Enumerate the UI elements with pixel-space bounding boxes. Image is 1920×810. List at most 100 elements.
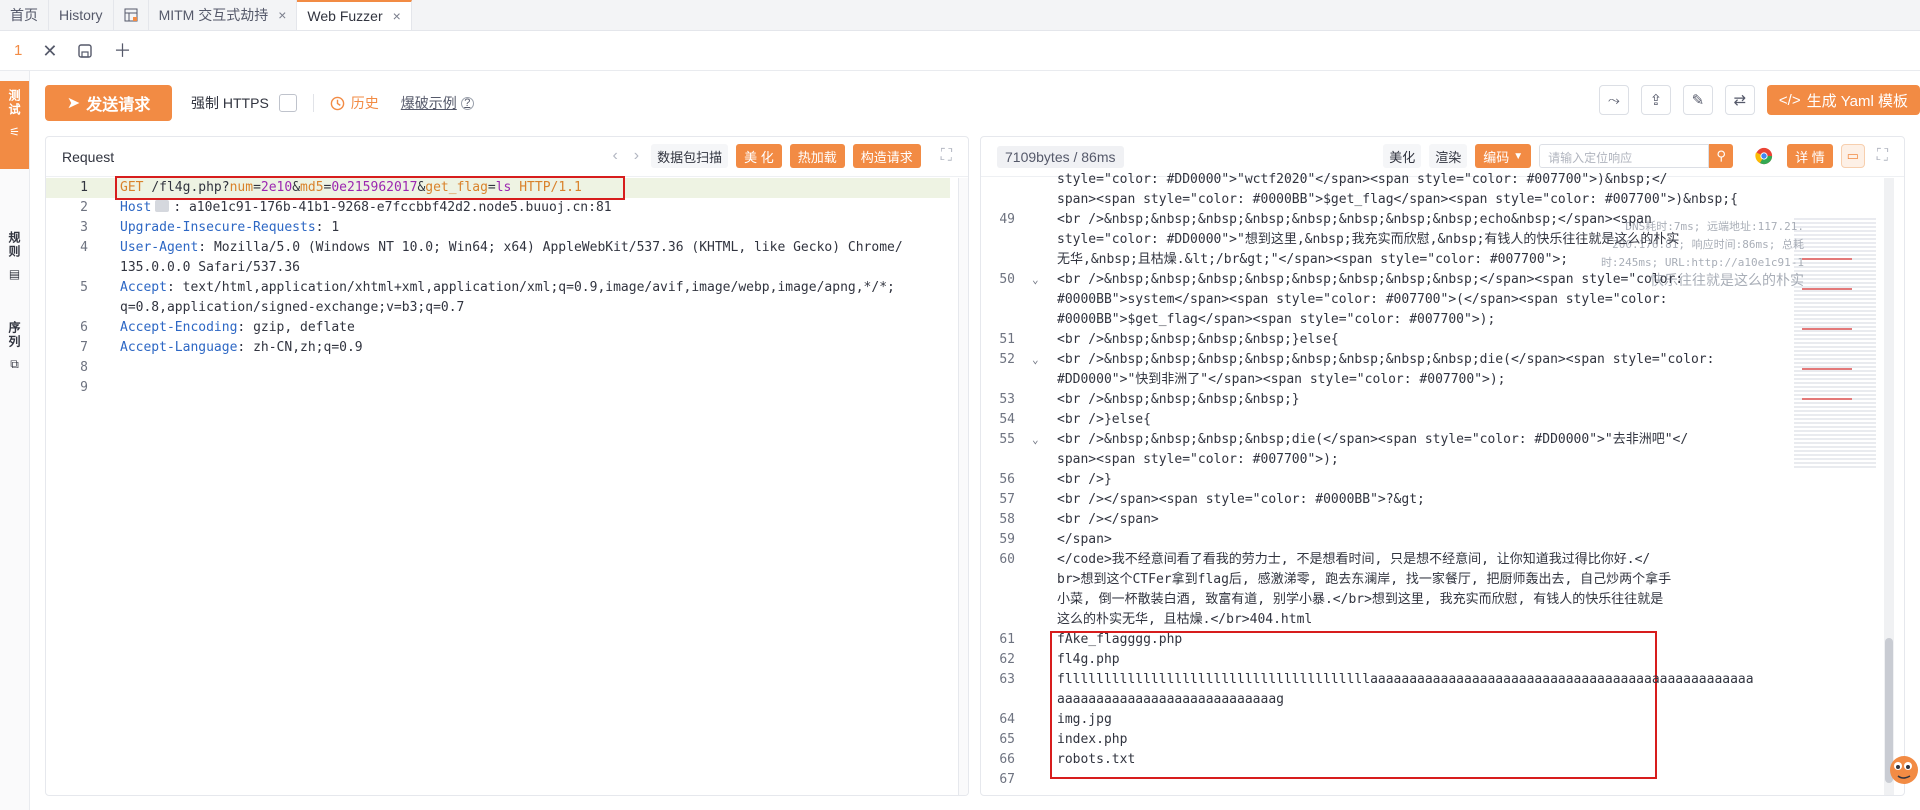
tab-mitm[interactable]: MITM 交互式劫持 × <box>149 0 298 30</box>
tab-home[interactable]: 首页 <box>0 0 49 30</box>
fold-chevron-icon[interactable]: ⌄ <box>1032 270 1039 290</box>
response-code-line: index.php <box>1057 732 1128 747</box>
fullscreen-icon[interactable]: ⛶ <box>937 147 956 165</box>
rail-label: 规则 <box>7 231 21 259</box>
close-icon[interactable]: × <box>278 7 286 23</box>
force-https-checkbox[interactable] <box>278 94 297 112</box>
share-icon[interactable]: ⤳ <box>1598 85 1629 115</box>
chrome-icon[interactable] <box>1755 147 1773 165</box>
line-number: 49 <box>999 212 1015 227</box>
chevron-left-icon[interactable]: ‹ <box>608 147 621 165</box>
action-row: ➤ 发送请求 强制 HTTPS 历史 爆破示例 ? ⤳ ⇪ ✎ ⇄ </> 生成… <box>30 71 1920 135</box>
tab-bar: 首页 History MITM 交互式劫持 × Web Fuzzer × <box>0 0 1920 31</box>
send-request-button[interactable]: ➤ 发送请求 <box>45 85 172 121</box>
close-icon[interactable]: × <box>393 8 401 24</box>
header-line: Accept-Encoding: gzip, deflate <box>120 320 355 335</box>
request-editor[interactable]: 1 2 3 4 5 6 7 8 9 GET /fl4g.php?num=2e10… <box>46 176 968 795</box>
tab-web-fuzzer[interactable]: Web Fuzzer × <box>297 0 412 30</box>
sub-toolbar: 1 ✕ ＋ <box>0 31 1920 71</box>
burst-example-label: 爆破示例 <box>400 95 457 111</box>
response-scrollbar[interactable] <box>1884 178 1894 795</box>
export-icon[interactable]: ⇪ <box>1640 85 1671 115</box>
response-code-line: 小菜, 倒一杯散装白酒, 致富有道, 别学小暴.</br>想到这里, 我充实而欣… <box>1057 592 1664 607</box>
line-gutter: 1 2 3 4 5 6 7 8 9 <box>46 178 88 398</box>
response-code-line: flllllllllllllllllllllllllllllllllllllll… <box>1057 672 1754 687</box>
line-number: 64 <box>999 712 1015 727</box>
detail-button[interactable]: 详 情 <box>1787 144 1833 168</box>
render-button[interactable]: 渲染 <box>1429 144 1468 168</box>
history-button[interactable]: 历史 <box>330 93 379 113</box>
header-line: Accept: text/html,application/xhtml+xml,… <box>120 280 895 295</box>
minimap-mark <box>1802 288 1852 290</box>
response-code-line: <br />&nbsp;&nbsp;&nbsp;&nbsp;} <box>1057 392 1300 407</box>
rail-test[interactable]: 测试 ⚟ <box>0 81 29 169</box>
line-number: 67 <box>999 772 1015 787</box>
header-key: User-Agent <box>120 240 199 255</box>
line-number: 9 <box>80 380 88 395</box>
add-icon[interactable]: ＋ <box>113 42 131 60</box>
beautify-button[interactable]: 美化 <box>1383 144 1422 168</box>
layers-icon: ⧉ <box>10 357 19 371</box>
header-value: a10e1c91-176b-41b1-9268-e7fccbbf42d2.nod… <box>188 200 612 215</box>
line-number: 2 <box>80 200 88 215</box>
minimap-mark <box>1802 398 1852 400</box>
search-icon[interactable]: ⚲ <box>1709 144 1734 168</box>
left-rail: 测试 ⚟ 规则 ▤ 序列 ⧉ <box>0 71 30 810</box>
request-scrollbar[interactable] <box>958 178 968 795</box>
edit-icon[interactable]: ✎ <box>1682 85 1713 115</box>
response-code-line: span><span style="color: #0000BB">$get_f… <box>1057 192 1738 207</box>
generate-yaml-button[interactable]: </> 生成 Yaml 模板 <box>1766 85 1920 115</box>
header-value: zh-CN,zh;q=0.9 <box>253 340 363 355</box>
header-line: Host: a10e1c91-176b-41b1-9268-e7fccbbf42… <box>120 200 612 215</box>
locate-search-input[interactable]: 请输入定位响应 <box>1539 144 1710 168</box>
rail-rules[interactable]: 规则 ▤ <box>0 231 29 301</box>
swap-icon[interactable]: ⇄ <box>1724 85 1755 115</box>
tab-table-icon[interactable] <box>114 0 149 30</box>
line-number: 59 <box>999 532 1015 547</box>
hotload-button[interactable]: 热加载 <box>789 144 845 168</box>
rail-sequence[interactable]: 序列 ⧉ <box>0 321 29 391</box>
close-icon[interactable]: ✕ <box>42 42 57 60</box>
packet-scan-button[interactable]: 数据包扫描 <box>651 144 729 168</box>
comment-icon[interactable]: ▭ <box>1840 144 1865 168</box>
line-number: 4 <box>80 240 88 255</box>
beautify-button[interactable]: 美 化 <box>736 144 782 168</box>
response-code-line: span><span style="color: #007700">); <box>1057 452 1339 467</box>
fold-chevron-icon[interactable]: ⌄ <box>1032 430 1039 450</box>
code-minimap[interactable] <box>1794 218 1876 468</box>
header-line: User-Agent: Mozilla/5.0 (Windows NT 10.0… <box>120 240 903 255</box>
line-number: 53 <box>999 392 1015 407</box>
fullscreen-icon[interactable]: ⛶ <box>1873 147 1892 165</box>
fuzzer-index[interactable]: 1 <box>14 42 22 59</box>
force-https-label: 强制 HTTPS <box>191 95 269 111</box>
header-value: text/html,application/xhtml+xml,applicat… <box>182 280 895 295</box>
response-code-line: style="color: #DD0000">"想到这里,&nbsp;我充实而欣… <box>1057 232 1680 247</box>
line-number <box>46 298 88 318</box>
tab-label: MITM 交互式劫持 <box>158 7 269 23</box>
encoding-dropdown[interactable]: 编码 ▼ <box>1475 144 1532 168</box>
save-icon[interactable] <box>77 43 93 59</box>
construct-request-button[interactable]: 构造请求 <box>852 144 921 168</box>
fold-chevron-icon[interactable]: ⌄ <box>1032 350 1039 370</box>
send-icon: ➤ <box>66 95 81 112</box>
mascot-icon[interactable] <box>1880 740 1920 790</box>
divider <box>312 94 314 112</box>
response-code-line: <br />} <box>1057 472 1112 487</box>
tab-history[interactable]: History <box>49 0 114 30</box>
header-continuation: 135.0.0.0 Safari/537.36 <box>120 260 301 275</box>
response-editor[interactable]: DNS耗时:7ms; 远端地址:117.21. 200.176:81; 响应时间… <box>981 172 1904 795</box>
header-line: Upgrade-Insecure-Requests: 1 <box>120 220 340 235</box>
header-key: Accept-Language <box>120 340 238 355</box>
response-code-line: #0000BB">$get_flag</span><span style="co… <box>1057 312 1496 327</box>
header-key: Host <box>120 200 152 215</box>
response-code-line: <br />&nbsp;&nbsp;&nbsp;&nbsp;&nbsp;&nbs… <box>1057 212 1660 227</box>
response-code-line: br>想到这个CTFer拿到flag后, 感激涕零, 跑去东澜岸, 找一家餐厅,… <box>1057 572 1672 587</box>
chevron-right-icon[interactable]: › <box>630 147 643 165</box>
response-size-badge: 7109bytes / 86ms <box>997 145 1124 168</box>
line-number: 1 <box>80 180 88 195</box>
line-number: 5 <box>80 280 88 295</box>
response-code-line: img.jpg <box>1057 712 1112 727</box>
request-panel-header: Request ‹ › 数据包扫描 美 化 热加载 构造请求 ⛶ <box>46 137 968 177</box>
burst-example-link[interactable]: 爆破示例 ? <box>401 93 474 113</box>
line-number: 60 <box>999 552 1015 567</box>
